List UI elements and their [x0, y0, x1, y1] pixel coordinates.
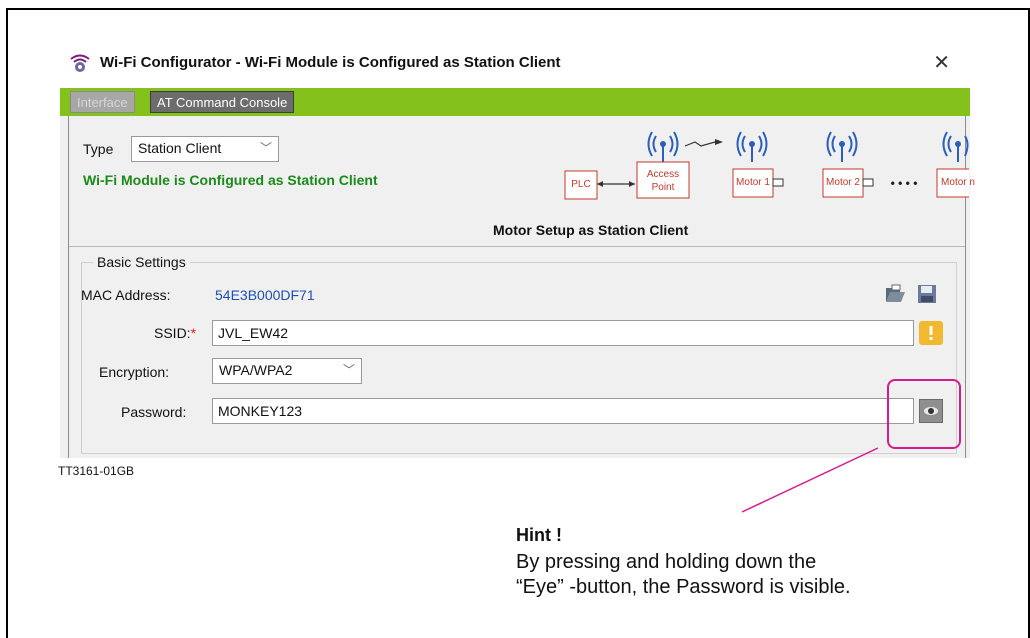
title-bar: Wi-Fi Configurator - Wi-Fi Module is Con… — [60, 38, 970, 88]
diagram-node-access-point: Access Point — [646, 169, 680, 193]
gear-wifi-icon — [70, 54, 90, 72]
warning-icon — [929, 326, 933, 340]
tab-bar: Interface AT Command Console — [60, 88, 970, 116]
chevron-down-icon: ﹀ — [259, 141, 272, 155]
close-button[interactable]: ✕ — [933, 50, 950, 75]
hint-title: Hint ! — [516, 525, 562, 545]
type-select[interactable]: Station Client ﹀ — [131, 136, 279, 162]
encryption-select[interactable]: WPA/WPA2 ﹀ — [212, 358, 362, 384]
encryption-label: Encryption: — [99, 364, 170, 380]
mac-address-value: 54E3B000DF71 — [215, 287, 315, 303]
type-select-value: Station Client — [138, 140, 222, 156]
diagram-node-motor-n: Motor n — [941, 177, 975, 188]
hint-line-1: By pressing and holding down the — [516, 551, 817, 573]
diagram-node-motor-1: Motor 1 — [736, 177, 770, 188]
password-input[interactable]: MONKEY123 — [212, 398, 914, 424]
diagram-caption: Motor Setup as Station Client — [493, 222, 689, 238]
diagram-node-motor-2: Motor 2 — [826, 177, 860, 188]
encryption-select-value: WPA/WPA2 — [219, 362, 293, 378]
figure-id: TT3161-01GB — [58, 464, 135, 478]
hint-text: By pressing and holding down the “Eye” -… — [516, 550, 986, 600]
tab-at-command-console[interactable]: AT Command Console — [150, 91, 295, 113]
tab-interface[interactable]: Interface — [70, 91, 135, 113]
open-folder-icon[interactable] — [884, 283, 906, 305]
type-label: Type — [83, 141, 114, 157]
hint-line-2: “Eye” -button, the Password is visible. — [516, 576, 851, 598]
ssid-label-text: SSID: — [154, 325, 191, 341]
section-divider — [69, 246, 965, 247]
interface-panel: Type Station Client ﹀ Wi-Fi Module is Co… — [68, 116, 975, 458]
warning-button[interactable] — [919, 321, 943, 345]
wifi-signal-icon — [647, 131, 969, 157]
diagram-ellipsis: • • • • — [890, 176, 918, 190]
ssid-label: SSID:* — [154, 325, 196, 341]
chevron-down-icon: ﹀ — [342, 363, 355, 377]
basic-settings-legend: Basic Settings — [93, 254, 190, 270]
status-message: Wi-Fi Module is Configured as Station Cl… — [83, 172, 378, 188]
ssid-input-value: JVL_EW42 — [218, 325, 289, 341]
ssid-input[interactable]: JVL_EW42 — [212, 320, 914, 346]
window-title: Wi-Fi Configurator - Wi-Fi Module is Con… — [100, 54, 561, 71]
password-input-value: MONKEY123 — [218, 403, 303, 419]
diagram-node-plc: PLC — [571, 179, 591, 190]
password-label: Password: — [121, 404, 187, 420]
wifi-configurator-window: Wi-Fi Configurator - Wi-Fi Module is Con… — [60, 38, 975, 458]
save-floppy-icon[interactable] — [916, 283, 938, 305]
mac-address-label: MAC Address: — [81, 287, 171, 303]
required-marker: * — [190, 325, 197, 341]
eye-button-highlight — [887, 379, 961, 449]
